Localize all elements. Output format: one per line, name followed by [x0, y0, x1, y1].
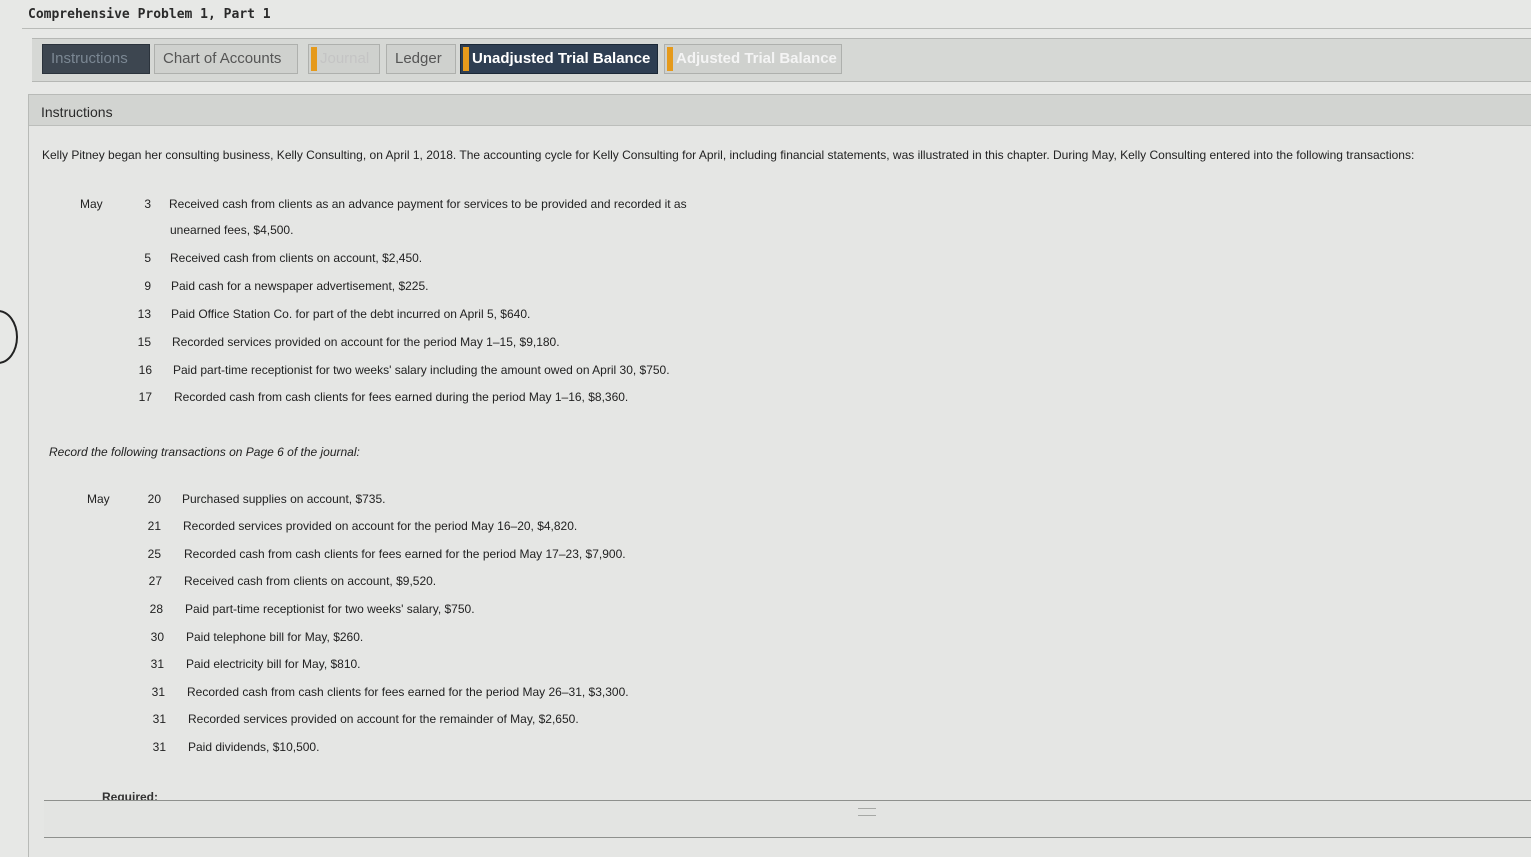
tab-instructions[interactable]: Instructions [42, 44, 150, 74]
transaction-desc: Recorded services provided on account fo… [188, 712, 579, 726]
tab-unadjusted-trial-balance[interactable]: Unadjusted Trial Balance [460, 44, 658, 74]
transaction-day: 28 [149, 602, 163, 616]
transaction-desc: Paid telephone bill for May, $260. [186, 630, 364, 644]
transaction-day: 9 [144, 279, 151, 293]
transaction-day: 15 [137, 335, 151, 349]
transaction-day: 21 [147, 519, 161, 533]
transaction-desc: Recorded cash from cash clients for fees… [174, 390, 629, 404]
transaction-day: 20 [147, 492, 161, 506]
tab-ledger[interactable]: Ledger [386, 44, 456, 74]
tab-journal[interactable]: Journal [308, 44, 380, 74]
warning-flag-icon [463, 47, 469, 72]
transaction-desc: Paid Office Station Co. for part of the … [171, 307, 531, 321]
panel-title: Instructions [41, 104, 113, 120]
transaction-desc: Paid part-time receptionist for two week… [173, 363, 670, 377]
record-note: Record the following transactions on Pag… [49, 445, 360, 459]
title-divider [22, 28, 1531, 29]
transaction-day: 5 [144, 251, 151, 265]
tab-chart-of-accounts[interactable]: Chart of Accounts [154, 44, 298, 74]
transaction-desc: Paid cash for a newspaper advertisement,… [171, 279, 429, 293]
transaction-desc: Received cash from clients as an advance… [169, 197, 687, 211]
warning-flag-icon [667, 47, 673, 72]
transaction-day: 31 [152, 712, 166, 726]
transaction-desc: Received cash from clients on account, $… [170, 251, 423, 265]
transaction-desc: Recorded services provided on account fo… [172, 335, 560, 349]
tab-label: Ledger [395, 50, 442, 67]
transaction-desc: unearned fees, $4,500. [170, 223, 294, 237]
tab-label: Adjusted Trial Balance [676, 50, 837, 67]
panel-header: Instructions [29, 95, 1531, 126]
transaction-day: 31 [150, 657, 164, 671]
scrollbar-grip-icon[interactable] [858, 808, 876, 816]
transaction-desc: Recorded services provided on account fo… [183, 519, 578, 533]
transaction-day: 31 [151, 685, 165, 699]
transaction-day: 17 [138, 390, 152, 404]
warning-flag-icon [311, 47, 317, 72]
transaction-day: 13 [137, 307, 151, 321]
intro-paragraph: Kelly Pitney began her consulting busine… [42, 148, 1415, 162]
transaction-desc: Paid electricity bill for May, $810. [186, 657, 361, 671]
transaction-day: 3 [144, 197, 151, 211]
side-handle-icon [0, 310, 18, 364]
tab-label: Instructions [51, 50, 128, 67]
transaction-day: 25 [147, 547, 161, 561]
tab-bar: Instructions Chart of Accounts Journal L… [32, 38, 1531, 82]
transaction-day: 27 [148, 574, 162, 588]
tab-label: Chart of Accounts [163, 50, 282, 67]
page-title: Comprehensive Problem 1, Part 1 [28, 7, 271, 22]
transaction-desc: Recorded cash from cash clients for fees… [184, 547, 626, 561]
horizontal-scrollbar[interactable] [44, 800, 1531, 838]
tab-label: Unadjusted Trial Balance [472, 50, 651, 67]
transaction-desc: Received cash from clients on account, $… [184, 574, 437, 588]
transaction-day: 31 [152, 740, 166, 754]
transaction-desc: Paid dividends, $10,500. [188, 740, 320, 754]
transaction-desc: Recorded cash from cash clients for fees… [187, 685, 629, 699]
tab-adjusted-trial-balance[interactable]: Adjusted Trial Balance [664, 44, 842, 74]
tab-label: Journal [320, 50, 370, 67]
transaction-day: 16 [138, 363, 152, 377]
transaction-day: 30 [150, 630, 164, 644]
instructions-panel: Instructions Kelly Pitney began her cons… [28, 94, 1531, 857]
transaction-desc: Paid part-time receptionist for two week… [185, 602, 475, 616]
transaction-desc: Purchased supplies on account, $735. [182, 492, 386, 506]
